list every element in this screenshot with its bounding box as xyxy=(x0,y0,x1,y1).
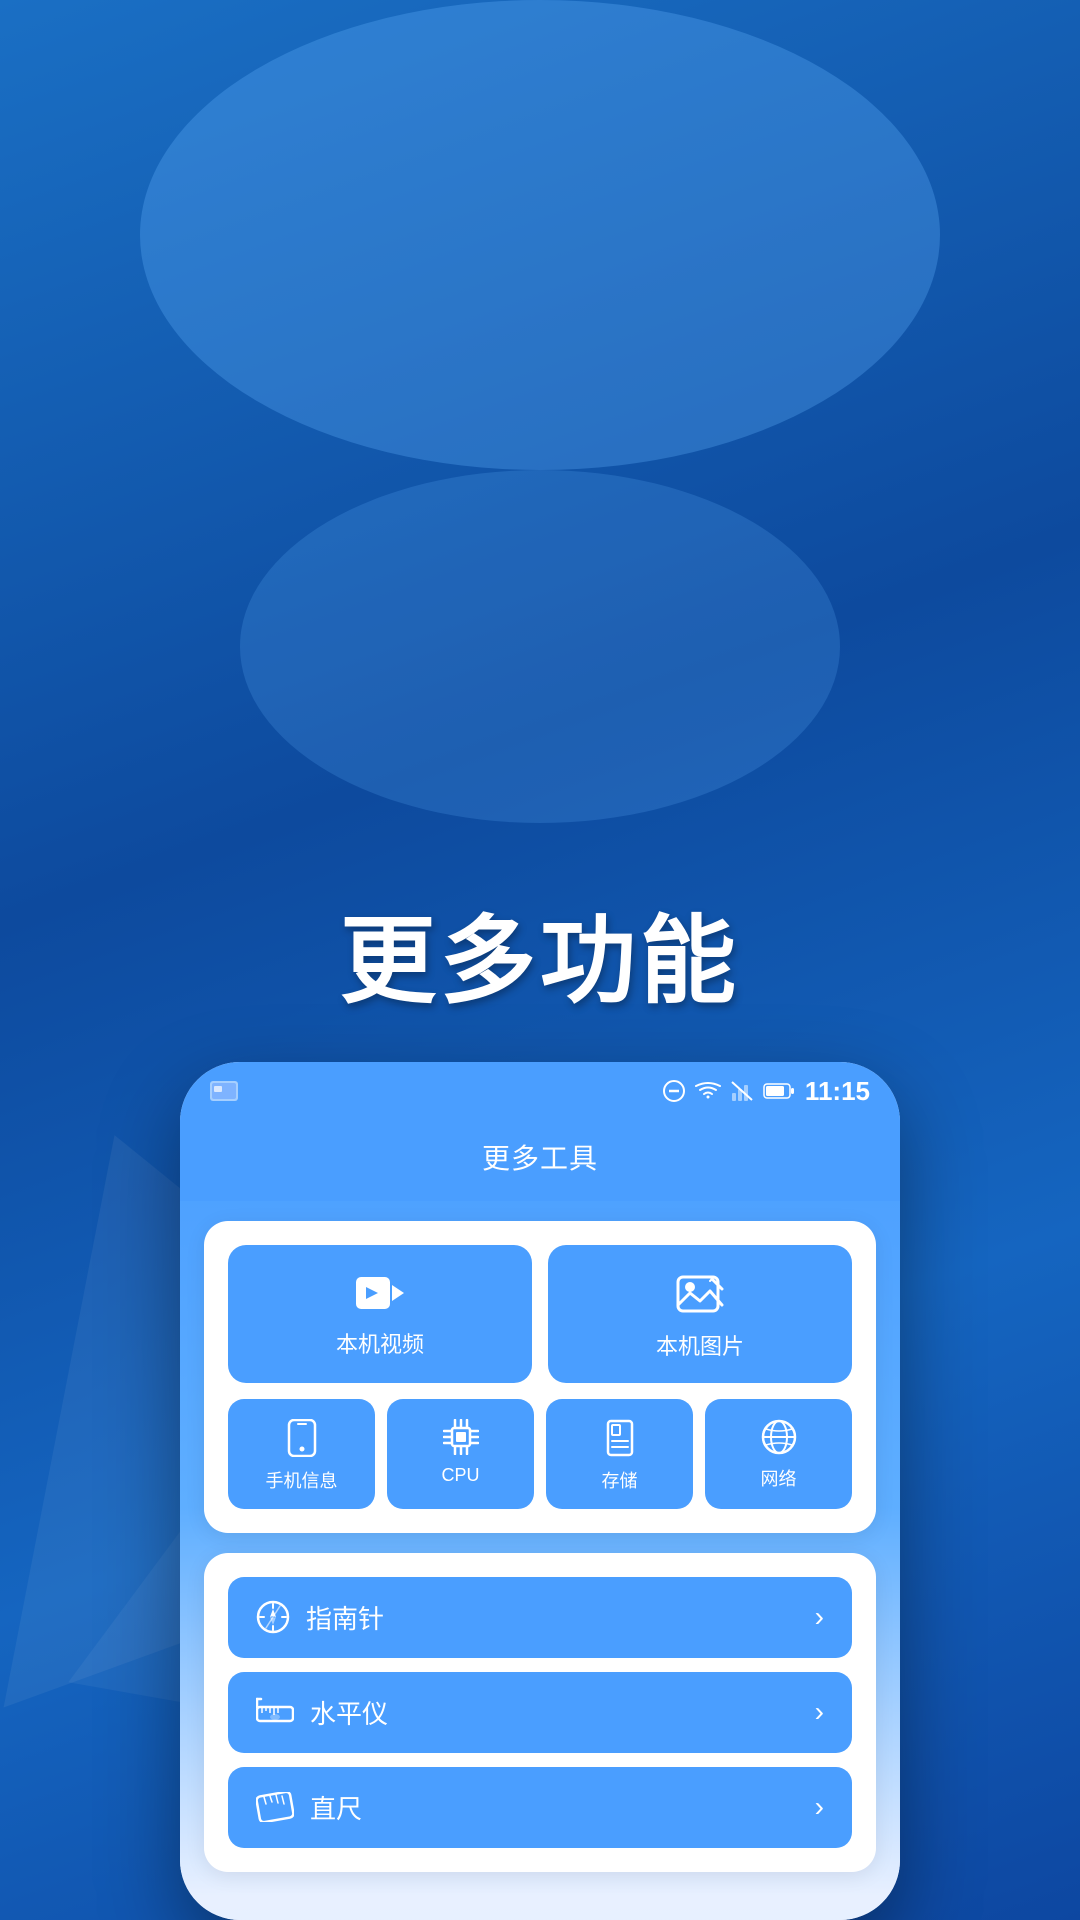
list-tools-card: 指南针 › xyxy=(204,1553,876,1872)
app-header-title: 更多工具 xyxy=(482,1143,598,1174)
status-bar: 11:15 xyxy=(180,1062,900,1117)
ruler-left: 直尺 xyxy=(256,1789,362,1826)
wifi-icon xyxy=(695,1081,721,1101)
phone-mockup: 11:15 更多工具 xyxy=(180,1062,900,1920)
ruler-button[interactable]: 直尺 › xyxy=(228,1767,852,1848)
ruler-label: 直尺 xyxy=(310,1789,362,1826)
notification-icon xyxy=(210,1081,238,1101)
level-icon xyxy=(256,1697,294,1727)
status-right: 11:15 xyxy=(663,1076,870,1107)
network-button[interactable]: 网络 xyxy=(705,1399,852,1509)
bg-decoration-2 xyxy=(240,470,840,823)
app-header: 更多工具 xyxy=(180,1117,900,1201)
status-left xyxy=(210,1081,238,1101)
phone-screen: 更多工具 xyxy=(180,1117,900,1920)
cpu-icon xyxy=(443,1419,479,1455)
storage-icon xyxy=(604,1419,636,1457)
phone-icon xyxy=(285,1419,319,1457)
storage-button[interactable]: 存储 xyxy=(546,1399,693,1509)
network-icon xyxy=(761,1419,797,1455)
ruler-arrow: › xyxy=(815,1791,824,1823)
local-video-button[interactable]: 本机视频 xyxy=(228,1245,532,1383)
level-left: 水平仪 xyxy=(256,1694,388,1731)
local-video-label: 本机视频 xyxy=(336,1327,424,1359)
local-images-label: 本机图片 xyxy=(656,1329,744,1361)
phone-info-button[interactable]: 手机信息 xyxy=(228,1399,375,1509)
network-label: 网络 xyxy=(761,1465,797,1491)
status-time: 11:15 xyxy=(805,1076,870,1107)
compass-left: 指南针 xyxy=(256,1599,384,1636)
phone-info-label: 手机信息 xyxy=(266,1467,338,1493)
ruler-icon xyxy=(256,1792,294,1822)
image-icon xyxy=(676,1273,724,1315)
local-images-button[interactable]: 本机图片 xyxy=(548,1245,852,1383)
storage-label: 存储 xyxy=(602,1467,638,1493)
battery-icon xyxy=(763,1082,795,1100)
level-arrow: › xyxy=(815,1696,824,1728)
small-tools-grid: 手机信息 xyxy=(228,1399,852,1509)
compass-button[interactable]: 指南针 › xyxy=(228,1577,852,1658)
signal-icon xyxy=(731,1081,753,1101)
tools-card: 本机视频 xyxy=(204,1221,876,1533)
video-icon xyxy=(354,1273,406,1313)
level-label: 水平仪 xyxy=(310,1694,388,1731)
bg-decoration-1 xyxy=(140,0,940,470)
cards-area: 本机视频 xyxy=(180,1201,900,1892)
cpu-label: CPU xyxy=(441,1465,479,1486)
compass-icon xyxy=(256,1600,290,1634)
compass-arrow: › xyxy=(815,1601,824,1633)
large-tools-grid: 本机视频 xyxy=(228,1245,852,1383)
dnd-icon xyxy=(663,1080,685,1102)
level-button[interactable]: 水平仪 › xyxy=(228,1672,852,1753)
cpu-button[interactable]: CPU xyxy=(387,1399,534,1509)
page-title: 更多功能 xyxy=(340,883,740,1022)
compass-label: 指南针 xyxy=(306,1599,384,1636)
